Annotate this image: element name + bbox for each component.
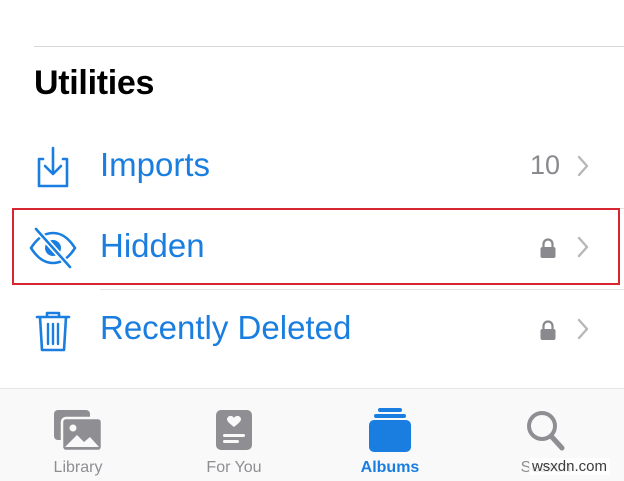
photo-stack-icon [54,410,104,453]
row-imports-label: Imports [100,146,211,183]
chevron-icon [577,318,589,340]
row-imports-count: 10 [529,150,560,180]
section-title: Utilities [34,64,155,102]
tab-albums-label: Albums [360,459,420,476]
tab-albums[interactable]: Albums [312,389,468,481]
row-imports[interactable]: Imports 10 [0,132,624,204]
search-icon [527,411,565,451]
chevron-icon [577,155,589,177]
trash-icon [35,311,71,352]
row-recently-deleted[interactable]: Recently Deleted [0,295,624,367]
row-recently-deleted-label: Recently Deleted [100,309,352,346]
tab-for-you[interactable]: For You [156,389,312,481]
albums-icon [369,408,411,452]
top-divider [34,46,624,47]
lock-icon [540,320,556,340]
memories-icon [216,410,252,450]
import-icon [37,146,69,188]
tab-for-you-label: For You [206,459,262,476]
tab-library[interactable]: Library [0,389,156,481]
watermark: wsxdn.com [528,458,610,475]
row-divider [100,289,624,290]
highlight-box [12,208,620,285]
tab-library-label: Library [53,459,103,476]
